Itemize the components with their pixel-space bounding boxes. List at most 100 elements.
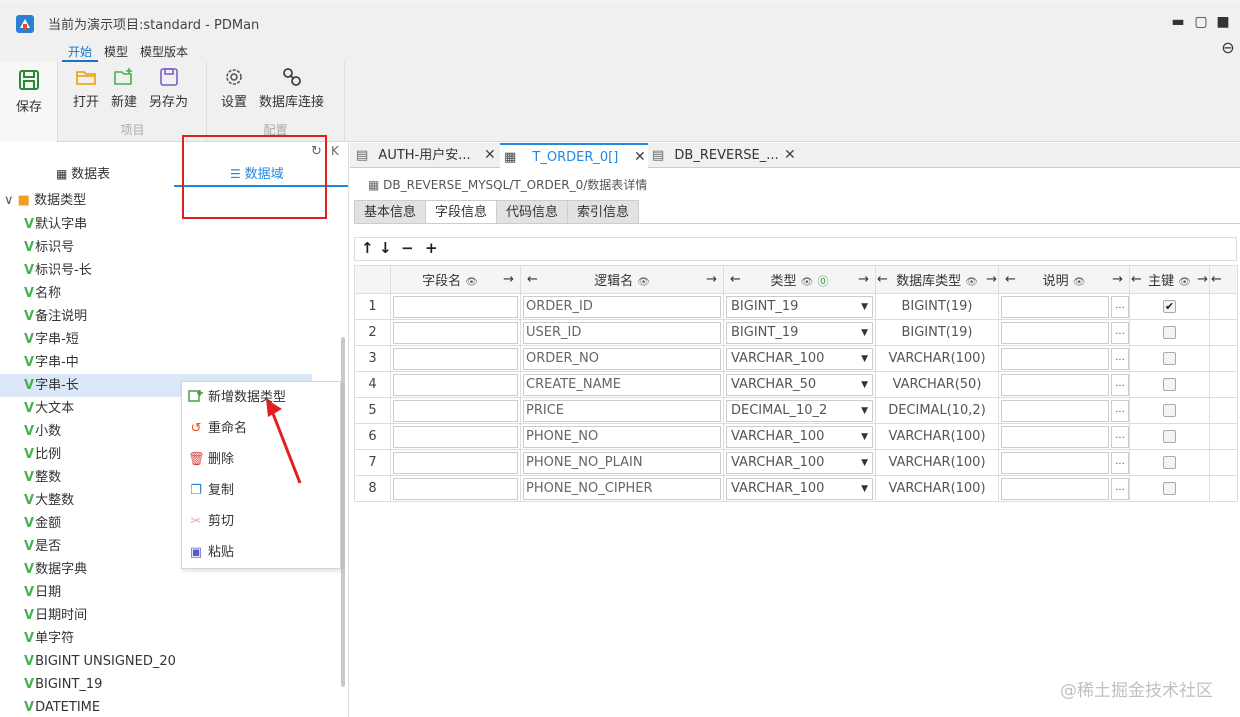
header-logic-name[interactable]: ← 逻辑名 👁 → bbox=[520, 265, 724, 294]
maximize-button[interactable]: ▢ bbox=[1193, 14, 1209, 30]
close-tab-icon[interactable]: ✕ bbox=[484, 143, 496, 168]
arrow-left-icon[interactable]: ← bbox=[877, 272, 888, 287]
chevron-down-icon[interactable]: ∨ bbox=[4, 193, 18, 208]
logic-name-input[interactable]: CREATE_NAME bbox=[523, 373, 721, 396]
header-db-type[interactable]: ← 数据库类型 👁 → bbox=[875, 265, 999, 294]
save-as-button[interactable]: 另存为 bbox=[149, 66, 188, 110]
type-select[interactable]: VARCHAR_50 ▼ bbox=[726, 373, 873, 396]
type-select[interactable]: VARCHAR_100 ▼ bbox=[726, 451, 873, 474]
tree-item[interactable]: V名称 bbox=[24, 282, 336, 305]
primary-key-checkbox[interactable] bbox=[1163, 352, 1176, 365]
arrow-left-icon[interactable]: ← bbox=[1131, 272, 1142, 287]
more-button[interactable]: ... bbox=[1111, 321, 1129, 344]
menu-item-cut[interactable]: ✂ 剪切 bbox=[188, 510, 234, 534]
primary-key-checkbox[interactable] bbox=[1163, 326, 1176, 339]
description-input[interactable] bbox=[1001, 347, 1109, 370]
type-select[interactable]: DECIMAL_10_2 ▼ bbox=[726, 399, 873, 422]
description-input[interactable] bbox=[1001, 425, 1109, 448]
logic-name-input[interactable]: USER_ID bbox=[523, 321, 721, 344]
eye-off-icon[interactable]: 👁 bbox=[1073, 277, 1086, 288]
logic-name-input[interactable]: PRICE bbox=[523, 399, 721, 422]
field-name-input[interactable] bbox=[393, 373, 518, 396]
subtab-index-info[interactable]: 索引信息 bbox=[567, 200, 640, 224]
logic-name-input[interactable]: ORDER_ID bbox=[523, 295, 721, 318]
eye-icon[interactable]: 👁 bbox=[801, 277, 814, 288]
arrow-left-icon[interactable]: ← bbox=[730, 272, 741, 287]
tree-item[interactable]: V字串-中 bbox=[24, 351, 336, 374]
header-primary-key[interactable]: ← 主键 👁 → bbox=[1129, 265, 1210, 294]
minimize-button[interactable]: ▬ bbox=[1170, 14, 1186, 30]
field-name-input[interactable] bbox=[393, 477, 518, 500]
menu-item-copy[interactable]: ❐ 复制 bbox=[188, 479, 234, 503]
db-connection-button[interactable]: 数据库连接 bbox=[259, 66, 324, 110]
collapse-icon[interactable]: K bbox=[331, 144, 339, 158]
description-input[interactable] bbox=[1001, 477, 1109, 500]
tree-item[interactable]: V单字符 bbox=[24, 627, 336, 650]
add-row-button[interactable]: + bbox=[425, 239, 438, 257]
primary-key-checkbox[interactable] bbox=[1163, 404, 1176, 417]
tree-root[interactable]: ∨ ■ 数据类型 bbox=[4, 190, 86, 212]
arrow-right-icon[interactable]: → bbox=[986, 272, 997, 287]
arrow-right-icon[interactable]: → bbox=[503, 272, 514, 287]
field-name-input[interactable] bbox=[393, 321, 518, 344]
arrow-right-icon[interactable]: → bbox=[858, 272, 869, 287]
description-input[interactable] bbox=[1001, 321, 1109, 344]
save-button[interactable]: 保存 bbox=[8, 68, 50, 115]
close-tab-icon[interactable]: ✕ bbox=[784, 143, 796, 168]
close-button[interactable]: ■ bbox=[1215, 14, 1231, 30]
header-field-name[interactable]: 字段名 👁 → bbox=[390, 265, 521, 294]
move-up-button[interactable]: ↑ bbox=[361, 239, 374, 257]
tree-item[interactable]: V标识号-长 bbox=[24, 259, 336, 282]
more-button[interactable]: ... bbox=[1111, 451, 1129, 474]
more-button[interactable]: ... bbox=[1111, 295, 1129, 318]
header-description[interactable]: ← 说明 👁 → bbox=[998, 265, 1130, 294]
tree-item[interactable]: VBIGINT UNSIGNED_20 bbox=[24, 650, 336, 673]
more-button[interactable]: ... bbox=[1111, 477, 1129, 500]
tree-item[interactable]: V字串-短 bbox=[24, 328, 336, 351]
move-down-button[interactable]: ↓ bbox=[379, 239, 392, 257]
arrow-right-icon[interactable]: → bbox=[706, 272, 717, 287]
arrow-right-icon[interactable]: → bbox=[1112, 272, 1123, 287]
tab-start[interactable]: 开始 bbox=[62, 42, 99, 62]
more-button[interactable]: ... bbox=[1111, 373, 1129, 396]
type-select[interactable]: BIGINT_19 ▼ bbox=[726, 321, 873, 344]
type-select[interactable]: BIGINT_19 ▼ bbox=[726, 295, 873, 318]
eye-off-icon[interactable]: 👁 bbox=[965, 277, 978, 288]
field-name-input[interactable] bbox=[393, 347, 518, 370]
tree-item[interactable]: VBIGINT_19 bbox=[24, 673, 336, 696]
editor-tab-db-reverse[interactable]: ▤ DB_REVERSE_... ✕ bbox=[652, 143, 802, 168]
left-panel-scrollbar[interactable] bbox=[341, 337, 345, 687]
field-name-input[interactable] bbox=[393, 399, 518, 422]
subtab-code-info[interactable]: 代码信息 bbox=[496, 200, 569, 224]
more-button[interactable]: ... bbox=[1111, 347, 1129, 370]
tree-item[interactable]: V日期 bbox=[24, 581, 336, 604]
field-name-input[interactable] bbox=[393, 295, 518, 318]
settings-button[interactable]: 设置 bbox=[221, 66, 247, 110]
help-icon[interactable]: ⓪ bbox=[818, 275, 829, 288]
editor-tab-t-order[interactable]: ▦ T_ORDER_0[] ✕ bbox=[500, 143, 648, 168]
field-name-input[interactable] bbox=[393, 451, 518, 474]
new-button[interactable]: 新建 bbox=[111, 66, 137, 110]
eye-icon[interactable]: 👁 bbox=[637, 277, 650, 288]
menu-item-paste[interactable]: ▣ 粘贴 bbox=[188, 541, 234, 565]
field-name-input[interactable] bbox=[393, 425, 518, 448]
logic-name-input[interactable]: ORDER_NO bbox=[523, 347, 721, 370]
header-type[interactable]: ← 类型 👁 ⓪ → bbox=[723, 265, 876, 294]
header-next-column[interactable]: ← bbox=[1209, 265, 1238, 294]
remove-row-button[interactable]: − bbox=[401, 239, 414, 257]
eye-icon[interactable]: 👁 bbox=[1178, 277, 1191, 288]
logout-icon[interactable]: ⊖ bbox=[1220, 40, 1236, 56]
menu-item-delete[interactable]: 🗑 删除 bbox=[188, 448, 234, 472]
logic-name-input[interactable]: PHONE_NO_CIPHER bbox=[523, 477, 721, 500]
type-select[interactable]: VARCHAR_100 ▼ bbox=[726, 425, 873, 448]
tab-model-version[interactable]: 模型版本 bbox=[134, 42, 194, 62]
open-button[interactable]: 打开 bbox=[73, 66, 99, 110]
tree-item[interactable]: V备注说明 bbox=[24, 305, 336, 328]
tree-item[interactable]: V标识号 bbox=[24, 236, 336, 259]
arrow-right-icon[interactable]: → bbox=[1197, 272, 1208, 287]
tab-model[interactable]: 模型 bbox=[98, 42, 134, 62]
type-select[interactable]: VARCHAR_100 ▼ bbox=[726, 477, 873, 500]
primary-key-checkbox[interactable] bbox=[1163, 430, 1176, 443]
logic-name-input[interactable]: PHONE_NO bbox=[523, 425, 721, 448]
arrow-left-icon[interactable]: ← bbox=[1211, 272, 1222, 287]
